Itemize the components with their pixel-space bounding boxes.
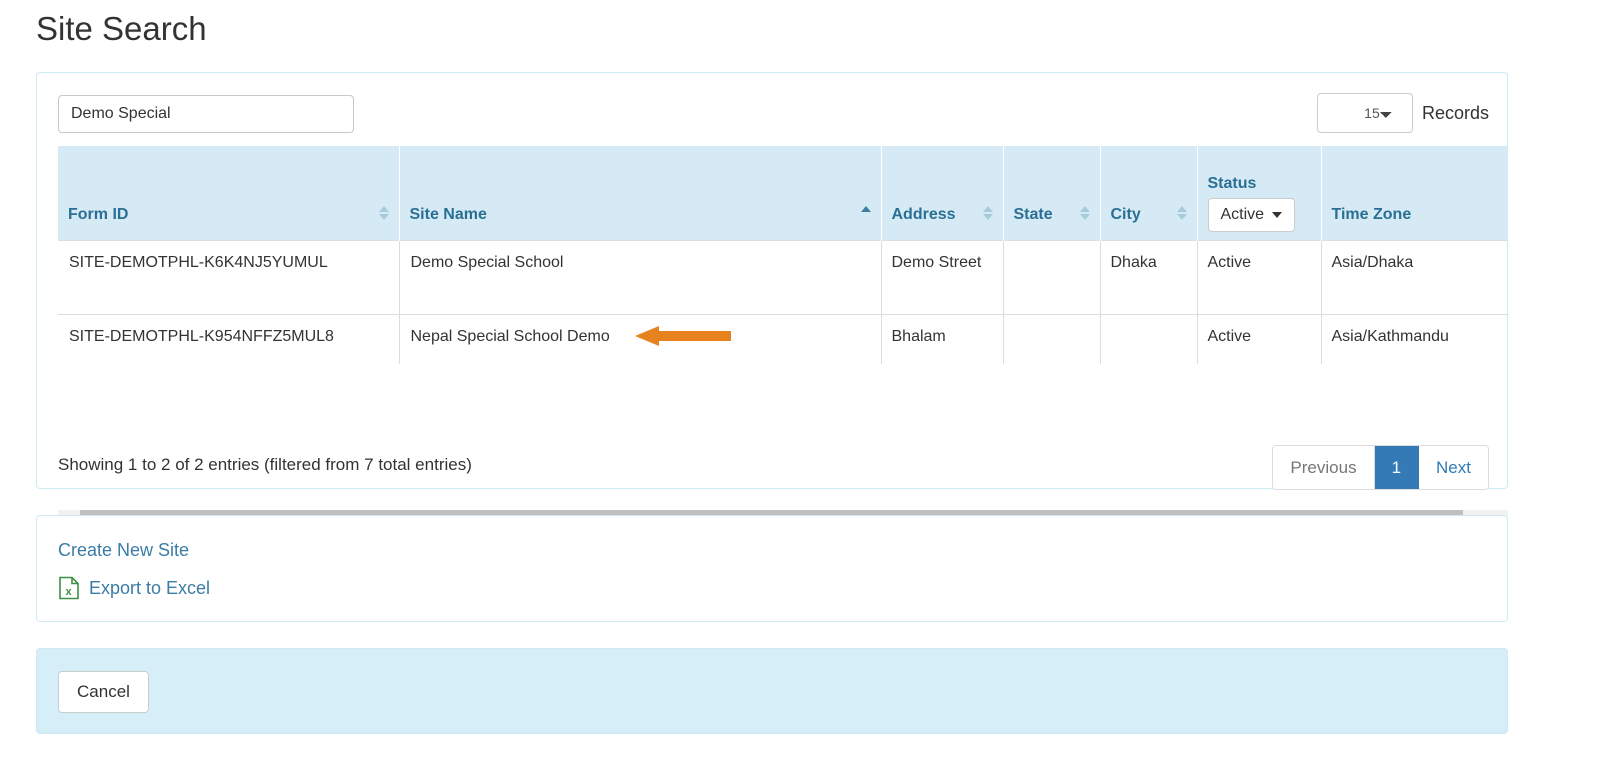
column-header-city[interactable]: City bbox=[1100, 146, 1198, 240]
column-header-address[interactable]: Address bbox=[881, 146, 1004, 240]
table-row[interactable]: SITE-DEMOTPHL-K6K4NJ5YUMUL Demo Special … bbox=[58, 239, 1508, 314]
sort-icon[interactable] bbox=[1176, 205, 1187, 220]
pagination-page-1-button[interactable]: 1 bbox=[1374, 446, 1420, 489]
column-header-state[interactable]: State bbox=[1003, 146, 1101, 240]
table-scroll-container: Form ID Site Name Address State City Sta… bbox=[58, 146, 1508, 431]
column-label: Status bbox=[1207, 174, 1257, 192]
create-new-site-link[interactable]: Create New Site bbox=[58, 540, 189, 561]
table-header-row: Form ID Site Name Address State City Sta… bbox=[58, 146, 1508, 240]
column-label: Address bbox=[891, 205, 956, 223]
cell-status: Active bbox=[1197, 239, 1322, 314]
status-filter-dropdown[interactable]: Active bbox=[1207, 197, 1296, 232]
pagination: Previous 1 Next bbox=[1272, 445, 1489, 490]
column-label: State bbox=[1013, 205, 1053, 223]
site-search-page: Site Search 15 Records bbox=[0, 0, 1617, 778]
cell-site-name: Demo Special School bbox=[399, 239, 882, 314]
column-label: Form ID bbox=[68, 205, 129, 223]
cell-state bbox=[1003, 313, 1101, 364]
table-row[interactable]: SITE-DEMOTPHL-K954NFFZ5MUL8 Nepal Specia… bbox=[58, 313, 1508, 364]
sort-icon[interactable] bbox=[1079, 205, 1090, 220]
column-header-form-id[interactable]: Form ID bbox=[58, 146, 400, 240]
pagination-next-button[interactable]: Next bbox=[1419, 446, 1488, 489]
cell-address: Demo Street bbox=[881, 239, 1004, 314]
cell-form-id: SITE-DEMOTPHL-K954NFFZ5MUL8 bbox=[58, 313, 400, 364]
page-title: Site Search bbox=[36, 10, 207, 47]
column-header-time-zone[interactable]: Time Zone bbox=[1321, 146, 1508, 240]
export-to-excel-link[interactable]: Export to Excel bbox=[89, 578, 210, 599]
cell-city bbox=[1100, 313, 1198, 364]
cell-site-name: Nepal Special School Demo bbox=[399, 313, 882, 364]
chevron-down-icon bbox=[1272, 211, 1283, 218]
cell-time-zone: Asia/Kathmandu bbox=[1321, 313, 1508, 364]
pagination-previous-button[interactable]: Previous bbox=[1273, 446, 1375, 489]
column-label: City bbox=[1110, 205, 1141, 223]
cell-status: Active bbox=[1197, 313, 1322, 364]
column-label: Site Name bbox=[409, 205, 487, 223]
sort-icon[interactable] bbox=[378, 205, 389, 220]
search-results-card: 15 Records Form ID bbox=[36, 72, 1508, 531]
sites-table: Form ID Site Name Address State City Sta… bbox=[58, 146, 1508, 364]
column-header-site-name[interactable]: Site Name bbox=[399, 146, 882, 240]
records-per-page-group: 15 Records bbox=[1316, 93, 1489, 133]
cell-state bbox=[1003, 239, 1101, 314]
records-per-page-select[interactable]: 15 bbox=[1316, 93, 1413, 133]
actions-links-card: Create New Site x Export to Excel bbox=[36, 515, 1508, 622]
sort-icon[interactable] bbox=[982, 205, 993, 220]
records-label: Records bbox=[1421, 102, 1489, 123]
column-header-status: Status Active bbox=[1197, 146, 1322, 240]
form-actions-panel: Cancel bbox=[36, 648, 1508, 734]
cell-time-zone: Asia/Dhaka bbox=[1321, 239, 1508, 314]
status-filter-value: Active bbox=[1220, 205, 1265, 223]
svg-text:x: x bbox=[65, 586, 72, 598]
column-label: Time Zone bbox=[1331, 205, 1412, 223]
cell-form-id: SITE-DEMOTPHL-K6K4NJ5YUMUL bbox=[58, 239, 400, 314]
cell-address: Bhalam bbox=[881, 313, 1004, 364]
export-to-excel-row[interactable]: x Export to Excel bbox=[58, 576, 210, 600]
cancel-button[interactable]: Cancel bbox=[58, 671, 149, 713]
sort-ascending-icon[interactable] bbox=[860, 205, 871, 220]
cell-city: Dhaka bbox=[1100, 239, 1198, 314]
excel-file-icon: x bbox=[59, 576, 79, 600]
table-info-text: Showing 1 to 2 of 2 entries (filtered fr… bbox=[58, 455, 472, 474]
search-input[interactable] bbox=[58, 95, 354, 133]
